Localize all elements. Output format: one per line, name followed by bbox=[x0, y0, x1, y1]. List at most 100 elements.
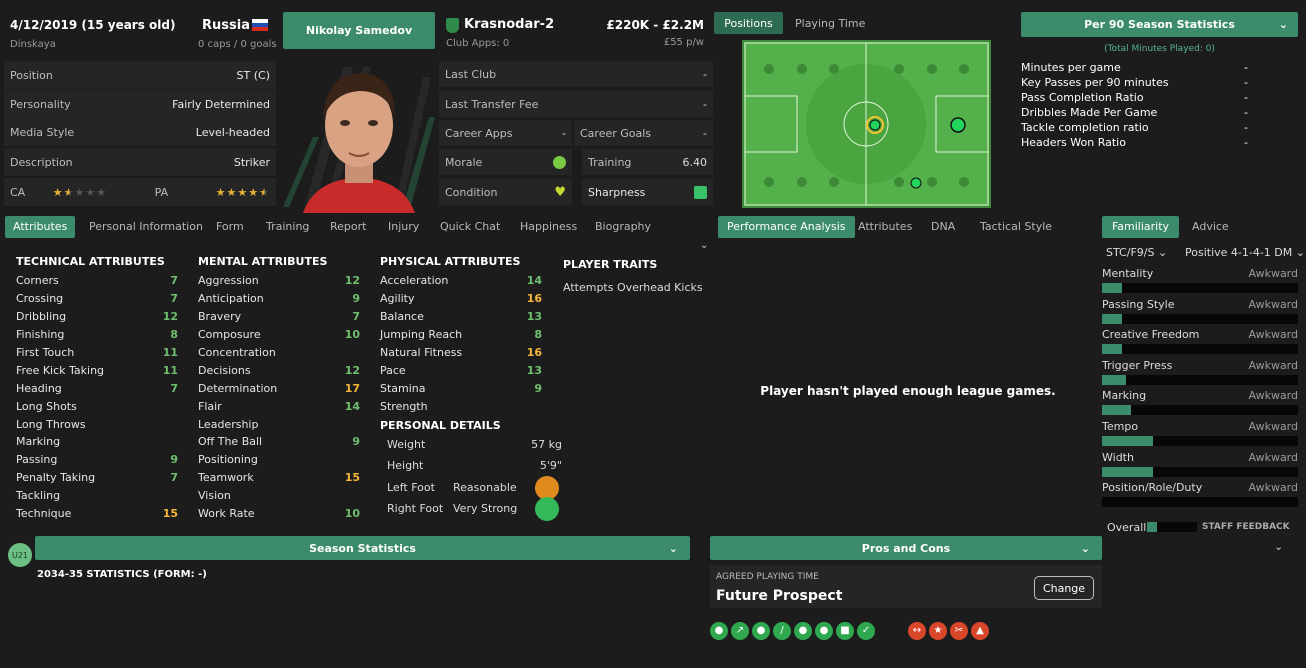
physical-attribute-row[interactable]: Agility 16 bbox=[380, 290, 542, 308]
mental-attribute-row[interactable]: Positioning bbox=[198, 451, 360, 469]
per90-dropdown[interactable]: Per 90 Season Statistics ⌄ bbox=[1021, 12, 1298, 37]
pro-icon-3[interactable]: ● bbox=[752, 622, 770, 640]
physical-attribute-row[interactable]: Jumping Reach 8 bbox=[380, 326, 542, 344]
season-statistics-dropdown[interactable]: Season Statistics ⌄ bbox=[35, 536, 690, 560]
technical-attribute-row[interactable]: First Touch 11 bbox=[16, 344, 178, 362]
mental-attribute-row[interactable]: Composure 10 bbox=[198, 326, 360, 344]
tab-dna[interactable]: DNA bbox=[923, 216, 963, 238]
u21-badge: U21 bbox=[8, 543, 32, 567]
condition-row: Condition ♥ bbox=[439, 179, 572, 205]
con-icon-3[interactable]: ✂ bbox=[950, 622, 968, 640]
pro-icon-5[interactable]: ● bbox=[794, 622, 812, 640]
attribute-name: Corners bbox=[16, 274, 59, 288]
technical-attribute-row[interactable]: Long Shots bbox=[16, 397, 178, 415]
technical-attribute-row[interactable]: Crossing 7 bbox=[16, 290, 178, 308]
player-name-button[interactable]: Nikolay Samedov bbox=[283, 12, 435, 49]
attribute-name: Technique bbox=[16, 507, 72, 521]
mental-attribute-row[interactable]: Work Rate 10 bbox=[198, 505, 360, 523]
tab-quick-chat[interactable]: Quick Chat bbox=[432, 216, 508, 238]
tab-positions[interactable]: Positions bbox=[714, 12, 783, 34]
tab-biography[interactable]: Biography bbox=[587, 216, 659, 238]
technical-attribute-row[interactable]: Long Throws bbox=[16, 415, 178, 433]
tab-personal-information[interactable]: Personal Information bbox=[81, 216, 211, 238]
mental-attribute-row[interactable]: Flair 14 bbox=[198, 397, 360, 415]
physical-attribute-row[interactable]: Stamina 9 bbox=[380, 379, 542, 397]
mental-attribute-row[interactable]: Anticipation 9 bbox=[198, 290, 360, 308]
pros-cons-dropdown[interactable]: Pros and Cons ⌄ bbox=[710, 536, 1102, 560]
technical-attribute-row[interactable]: Penalty Taking 7 bbox=[16, 469, 178, 487]
chevron-down-icon[interactable]: ⌄ bbox=[700, 240, 708, 251]
tab-training[interactable]: Training bbox=[258, 216, 317, 238]
familiarity-bar bbox=[1102, 497, 1298, 508]
attribute-value: 8 bbox=[534, 328, 542, 342]
tactic-select[interactable]: Positive 4-1-4-1 DM ⌄ bbox=[1185, 246, 1305, 259]
role-select[interactable]: STC/F9/S ⌄ bbox=[1106, 246, 1167, 259]
con-icon-1[interactable]: ↔ bbox=[908, 622, 926, 640]
physical-attribute-row[interactable]: Balance 13 bbox=[380, 308, 542, 326]
tab-injury[interactable]: Injury bbox=[380, 216, 427, 238]
technical-attribute-row[interactable]: Corners 7 bbox=[16, 272, 178, 290]
club-name[interactable]: Krasnodar-2 bbox=[464, 17, 554, 32]
mental-attribute-row[interactable]: Determination 17 bbox=[198, 379, 360, 397]
pro-icon-1[interactable]: ● bbox=[710, 622, 728, 640]
nationality[interactable]: Russia bbox=[202, 18, 250, 33]
technical-attribute-row[interactable]: Tackling bbox=[16, 487, 178, 505]
right-foot-label: Right Foot bbox=[387, 502, 444, 515]
pro-icon-6[interactable]: ● bbox=[815, 622, 833, 640]
con-icon-2[interactable]: ★ bbox=[929, 622, 947, 640]
mental-attribute-row[interactable]: Aggression 12 bbox=[198, 272, 360, 290]
technical-attribute-row[interactable]: Passing 9 bbox=[16, 451, 178, 469]
attribute-value: 7 bbox=[170, 471, 178, 485]
attribute-name: Composure bbox=[198, 328, 261, 342]
pro-icon-4[interactable]: / bbox=[773, 622, 791, 640]
mental-attributes: MENTAL ATTRIBUTES Aggression 12 Anticipati… bbox=[198, 255, 360, 522]
tab-playing-time[interactable]: Playing Time bbox=[795, 17, 865, 30]
pro-icon-2[interactable]: ↗ bbox=[731, 622, 749, 640]
familiarity-bar bbox=[1102, 283, 1298, 293]
staff-feedback-link[interactable]: STAFF FEEDBACK bbox=[1202, 522, 1290, 532]
heart-icon: ♥ bbox=[554, 184, 566, 200]
club-crest-icon bbox=[446, 18, 459, 33]
tab-form[interactable]: Form bbox=[208, 216, 252, 238]
technical-attribute-row[interactable]: Technique 15 bbox=[16, 505, 178, 523]
tab-happiness[interactable]: Happiness bbox=[512, 216, 585, 238]
chevron-down-icon[interactable]: ⌄ bbox=[1274, 540, 1283, 553]
mental-attribute-row[interactable]: Vision bbox=[198, 487, 360, 505]
tab-familiarity[interactable]: Familiarity bbox=[1102, 216, 1179, 238]
physical-attribute-row[interactable]: Natural Fitness 16 bbox=[380, 344, 542, 362]
technical-attribute-row[interactable]: Marking bbox=[16, 433, 178, 451]
mental-attribute-row[interactable]: Concentration bbox=[198, 344, 360, 362]
tab-attributes[interactable]: Attributes bbox=[5, 216, 76, 238]
training-row[interactable]: Training 6.40 bbox=[582, 149, 713, 175]
familiarity-row: Marking Awkward bbox=[1102, 389, 1298, 403]
attribute-value: 7 bbox=[352, 310, 360, 324]
change-button[interactable]: Change bbox=[1034, 576, 1094, 600]
mental-attribute-row[interactable]: Decisions 12 bbox=[198, 361, 360, 379]
pro-icon-8[interactable]: ✓ bbox=[857, 622, 875, 640]
attribute-name: Positioning bbox=[198, 453, 258, 467]
physical-attribute-row[interactable]: Pace 13 bbox=[380, 361, 542, 379]
agreed-playing-time-label: AGREED PLAYING TIME bbox=[716, 572, 819, 582]
mental-attribute-row[interactable]: Off The Ball 9 bbox=[198, 433, 360, 451]
mental-attribute-row[interactable]: Teamwork 15 bbox=[198, 469, 360, 487]
tab-report[interactable]: Report bbox=[322, 216, 374, 238]
mental-attribute-row[interactable]: Bravery 7 bbox=[198, 308, 360, 326]
pro-icon-7[interactable]: ■ bbox=[836, 622, 854, 640]
tab-advice[interactable]: Advice bbox=[1184, 216, 1237, 238]
tab-performance-analysis[interactable]: Performance Analysis bbox=[718, 216, 855, 238]
per90-stats: Minutes per game - Key Passes per 90 minut… bbox=[1021, 61, 1248, 151]
technical-attribute-row[interactable]: Finishing 8 bbox=[16, 326, 178, 344]
overall-bar bbox=[1147, 522, 1197, 532]
physical-attribute-row[interactable]: Acceleration 14 bbox=[380, 272, 542, 290]
tab-tactical-style[interactable]: Tactical Style bbox=[972, 216, 1060, 238]
morale-row[interactable]: Morale bbox=[439, 149, 572, 175]
attribute-value: 12 bbox=[344, 274, 360, 288]
con-icon-4[interactable]: ▲ bbox=[971, 622, 989, 640]
tab-attributes-2[interactable]: Attributes bbox=[850, 216, 920, 238]
technical-attribute-row[interactable]: Free Kick Taking 11 bbox=[16, 361, 178, 379]
physical-attribute-row[interactable]: Strength bbox=[380, 397, 542, 415]
technical-attribute-row[interactable]: Heading 7 bbox=[16, 379, 178, 397]
mental-attribute-row[interactable]: Leadership bbox=[198, 415, 360, 433]
attribute-name: Dribbling bbox=[16, 310, 67, 324]
technical-attribute-row[interactable]: Dribbling 12 bbox=[16, 308, 178, 326]
